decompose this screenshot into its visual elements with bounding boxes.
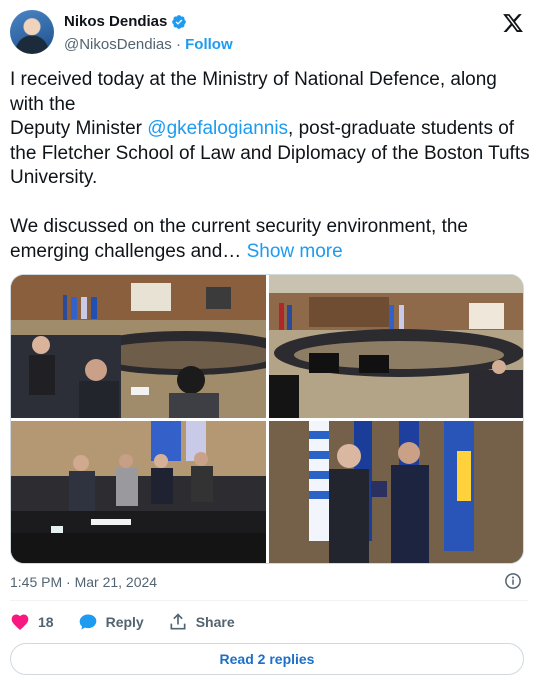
- author-name-row[interactable]: Nikos Dendias: [64, 13, 187, 30]
- photo-1[interactable]: [11, 275, 266, 418]
- photo-4[interactable]: [269, 421, 523, 563]
- likes-count: 18: [38, 614, 54, 630]
- reply-bubble-icon: [79, 614, 96, 630]
- tweet-paragraph-2: We discussed on the current security env…: [10, 215, 530, 264]
- tweet-text: I received today at the Ministry of Nati…: [10, 68, 530, 264]
- share-label: Share: [195, 614, 235, 630]
- share-button[interactable]: Share: [168, 612, 235, 632]
- follow-link[interactable]: Follow: [185, 36, 233, 53]
- action-bar: 18 Reply Share: [10, 612, 259, 632]
- tweet-line-2-start: Deputy Minister: [10, 118, 148, 139]
- info-icon[interactable]: [504, 572, 522, 590]
- read-replies-button[interactable]: Read 2 replies: [10, 643, 524, 675]
- verified-badge-icon: [172, 14, 187, 29]
- reply-button[interactable]: Reply: [78, 612, 144, 632]
- photo-grid: [10, 274, 524, 564]
- author-name[interactable]: Nikos Dendias: [64, 13, 167, 30]
- share-icon: [170, 613, 186, 630]
- author-handle-row: @NikosDendias · Follow: [64, 36, 233, 53]
- mention-link[interactable]: @gkefalogiannis: [147, 118, 288, 139]
- x-logo-icon[interactable]: [502, 12, 524, 34]
- author-handle[interactable]: @NikosDendias: [64, 36, 172, 53]
- separator-dot: ·: [175, 36, 181, 53]
- author-avatar[interactable]: [10, 10, 54, 54]
- reply-label: Reply: [105, 614, 144, 630]
- tweet-paragraph-1: I received today at the Ministry of Nati…: [10, 68, 530, 191]
- read-replies-label: Read 2 replies: [219, 651, 315, 667]
- tweet-para-2-text: We discussed on the current security env…: [10, 216, 468, 262]
- show-more-link[interactable]: Show more: [247, 241, 343, 262]
- photo-2[interactable]: [269, 275, 523, 418]
- tweet-timestamp[interactable]: 1:45 PM · Mar 21, 2024: [10, 574, 157, 590]
- tweet-line-1: I received today at the Ministry of Nati…: [10, 69, 497, 115]
- heart-icon: [11, 614, 29, 630]
- tweet-card: Nikos Dendias @NikosDendias · Follow I r…: [0, 0, 538, 686]
- divider: [10, 600, 528, 601]
- like-button[interactable]: 18: [10, 612, 54, 632]
- photo-3[interactable]: [11, 421, 266, 563]
